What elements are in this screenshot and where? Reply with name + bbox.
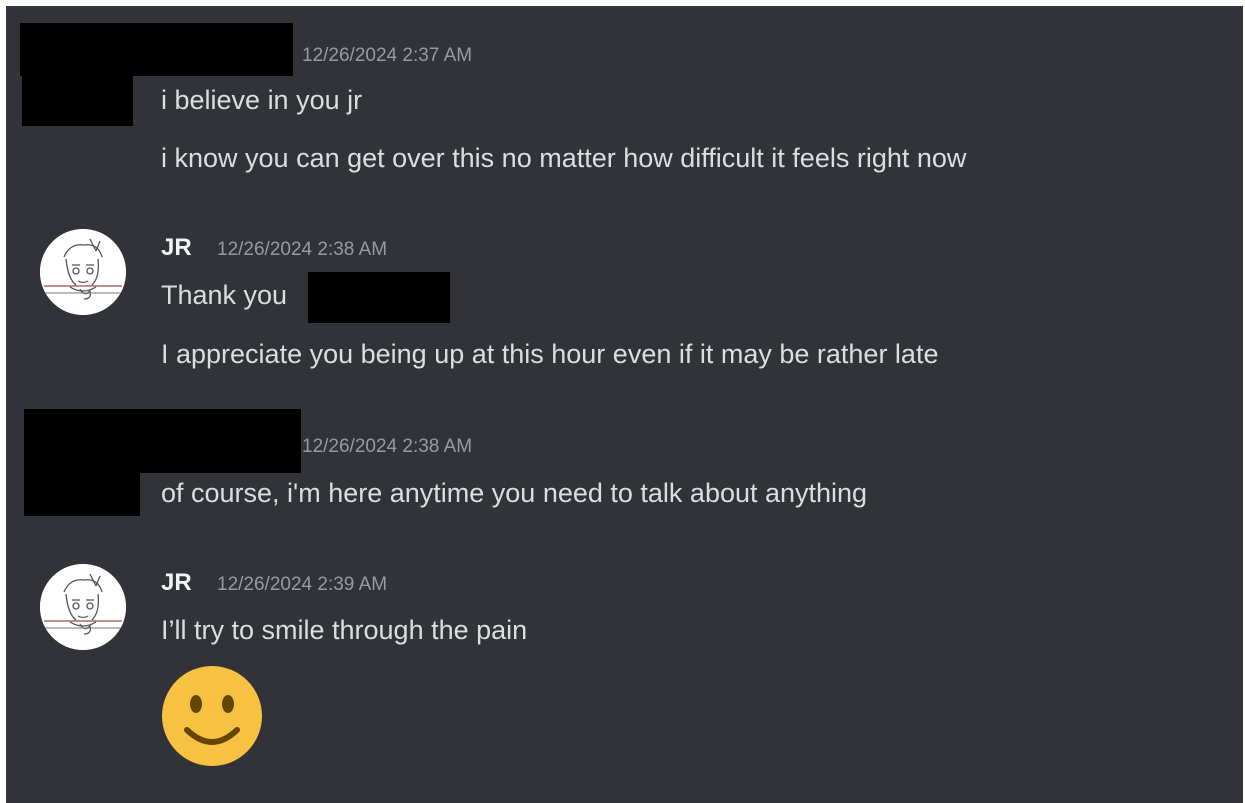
- message-text: i know you can get over this no matter h…: [161, 143, 967, 173]
- username[interactable]: JR: [161, 234, 192, 262]
- username[interactable]: JR: [161, 569, 192, 597]
- message-timestamp: 12/26/2024 2:38 AM: [302, 436, 473, 457]
- redacted-username: [20, 23, 293, 76]
- message-timestamp: 12/26/2024 2:37 AM: [302, 45, 473, 66]
- message-text: Thank you: [161, 280, 288, 310]
- message-text: I’ll try to smile through the pain: [161, 615, 528, 645]
- message-text: I appreciate you being up at this hour e…: [161, 339, 939, 369]
- redacted-username: [24, 409, 301, 473]
- message-timestamp: 12/26/2024 2:39 AM: [217, 574, 388, 595]
- message-text: i believe in you jr: [161, 85, 363, 115]
- redacted-avatar: [24, 472, 140, 516]
- message-timestamp: 12/26/2024 2:38 AM: [217, 239, 388, 260]
- slightly-smiling-face-icon[interactable]: [160, 664, 264, 768]
- chat-message-list[interactable]: 12/26/2024 2:37 AM i believe in you jr i…: [6, 6, 1243, 803]
- sketch-avatar-icon[interactable]: [40, 564, 126, 650]
- message-text: of course, i'm here anytime you need to …: [161, 478, 868, 508]
- redacted-name: [308, 272, 450, 323]
- redacted-avatar: [22, 76, 133, 126]
- sketch-avatar-icon[interactable]: [40, 229, 126, 315]
